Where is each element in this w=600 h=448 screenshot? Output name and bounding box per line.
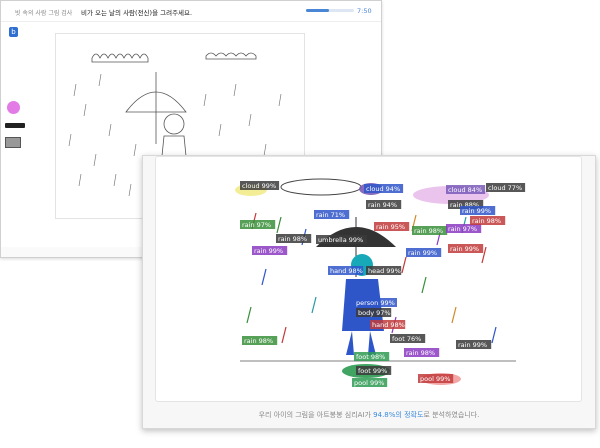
detection-label: cloud 94%	[366, 185, 400, 193]
detection-label: pool 99%	[354, 379, 384, 387]
timer: 7:50	[357, 7, 372, 15]
drawing-instruction: 비가 오는 날의 사람(전신)을 그려주세요.	[81, 9, 193, 17]
detection-label: rain 99%	[254, 247, 283, 255]
analysis-caption: 우리 아이의 그림을 아트봉봉 심리AI가 94.8%의 정확도로 분석하였습니…	[143, 410, 595, 420]
color-swatch-icon[interactable]	[7, 101, 20, 114]
detection-label: cloud 99%	[242, 182, 276, 190]
detection-label: rain 97%	[448, 225, 477, 233]
detection-label: rain 98%	[278, 235, 307, 243]
detection-label: cloud 84%	[448, 186, 482, 194]
detection-image: cloud 99% cloud 94% cloud 84% cloud 77% umbr…	[235, 178, 526, 387]
eraser-icon[interactable]	[5, 137, 21, 148]
detection-label: foot 76%	[392, 335, 421, 343]
detection-label: body 97%	[358, 309, 391, 317]
detection-label: rain 95%	[376, 223, 405, 231]
detection-label: rain 97%	[242, 221, 271, 229]
pen-icon[interactable]	[5, 123, 25, 128]
detection-label: foot 99%	[358, 367, 387, 375]
detection-label: rain 98%	[414, 227, 443, 235]
detection-label: head 99%	[368, 267, 401, 275]
caption-suffix: 로 분석하였습니다.	[423, 411, 480, 419]
detection-label: umbrella 99%	[318, 236, 363, 244]
app-logo-icon: b	[9, 27, 18, 37]
detection-label: rain 99%	[450, 245, 479, 253]
app-top-bar: 빗 속의 사람 그림 검사 비가 오는 날의 사람(전신)을 그려주세요. 7:…	[1, 1, 381, 22]
detection-labels: cloud 99% cloud 94% cloud 84% cloud 77% umbr…	[240, 181, 526, 387]
analysis-result-panel: cloud 99% cloud 94% cloud 84% cloud 77% umbr…	[142, 155, 596, 429]
detection-label: rain 71%	[316, 211, 345, 219]
detection-label: rain 98%	[406, 349, 435, 357]
time-progress-fill	[306, 9, 330, 12]
detection-label: rain 94%	[368, 201, 397, 209]
detection-label: rain 99%	[462, 207, 491, 215]
detection-label: foot 98%	[356, 353, 385, 361]
detection-label: rain 99%	[408, 249, 437, 257]
caption-accuracy: 94.8%의 정확도	[373, 411, 424, 419]
breadcrumb: 빗 속의 사람 그림 검사	[15, 10, 73, 17]
detection-label: rain 98%	[472, 217, 501, 225]
detection-label: pool 99%	[420, 375, 450, 383]
detection-label: cloud 77%	[488, 184, 522, 192]
time-progress-bar	[306, 9, 354, 12]
detection-label: person 99%	[356, 299, 395, 307]
caption-prefix: 우리 아이의 그림을 아트봉봉 심리AI가	[258, 411, 374, 419]
detection-label: rain 98%	[244, 337, 273, 345]
detection-label: hand 98%	[372, 321, 405, 329]
detection-image-frame: cloud 99% cloud 94% cloud 84% cloud 77% umbr…	[155, 156, 582, 402]
detection-label: rain 99%	[458, 341, 487, 349]
detection-label: hand 98%	[330, 267, 363, 275]
